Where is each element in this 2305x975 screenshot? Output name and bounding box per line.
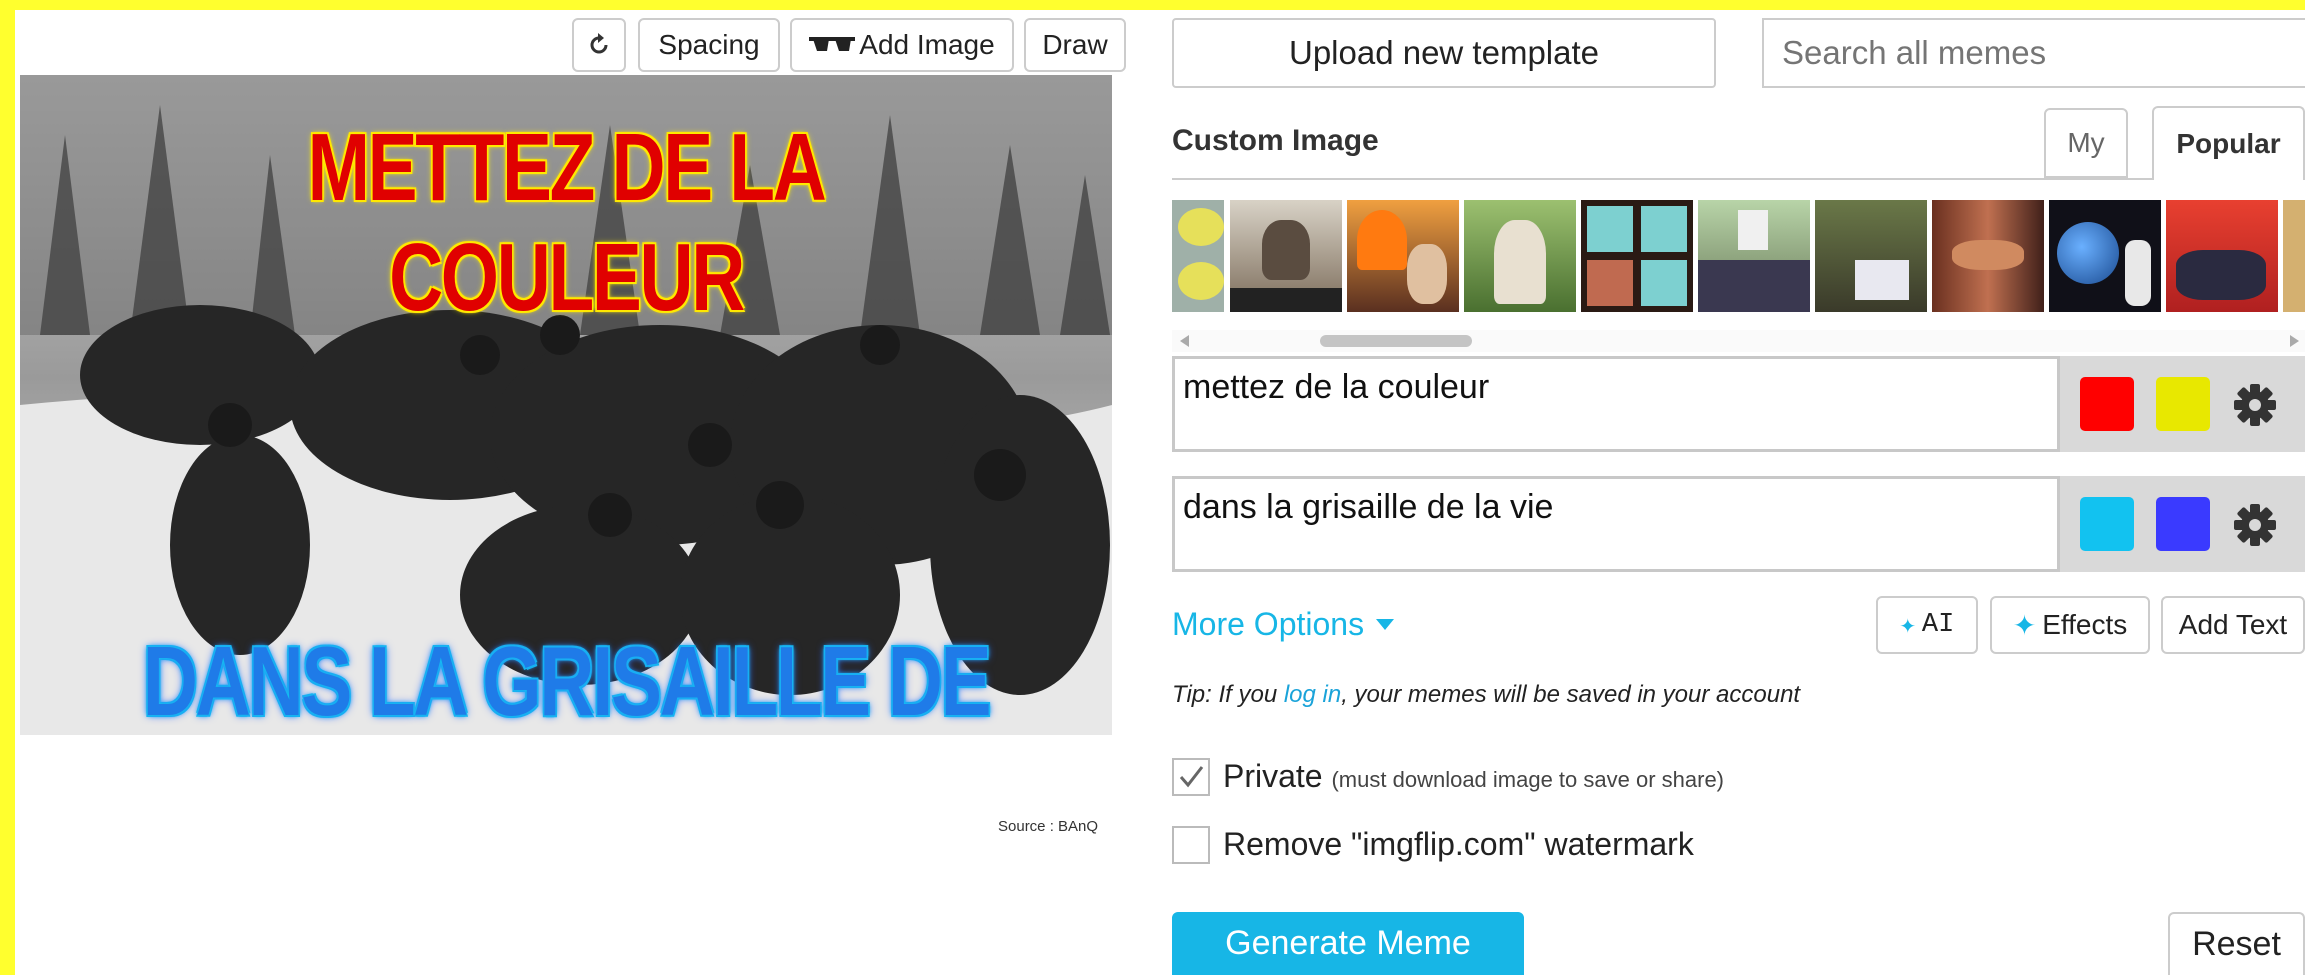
private-label: Private <box>1223 758 1323 794</box>
refresh-icon <box>590 33 608 54</box>
template-thumbnail[interactable] <box>1698 200 1810 312</box>
add-text-label: Add Text <box>2178 609 2288 640</box>
draw-button[interactable]: Draw <box>1024 18 1126 72</box>
scroll-thumb[interactable] <box>1320 335 1472 347</box>
template-thumbnail[interactable] <box>1230 200 1342 312</box>
caption-text-input-1[interactable]: mettez de la couleur <box>1172 356 2060 452</box>
scroll-right-arrow[interactable] <box>2290 335 2299 347</box>
private-checkbox[interactable] <box>1172 758 1210 796</box>
template-thumbnail[interactable] <box>2049 200 2161 312</box>
generate-meme-button[interactable]: Generate Meme <box>1172 912 1524 975</box>
draw-label: Draw <box>1042 29 1108 60</box>
template-thumbnail[interactable] <box>2166 200 2278 312</box>
rotate-button[interactable] <box>572 18 626 72</box>
ai-label: AI <box>1921 610 1955 640</box>
text-color-swatch-2[interactable] <box>2156 497 2210 551</box>
upload-template-label: Upload new template <box>1288 34 1600 71</box>
spacing-label: Spacing <box>658 29 760 60</box>
template-thumbnail[interactable] <box>1464 200 1576 312</box>
top-caption[interactable]: METTEZ DE LA COULEUR <box>140 113 992 333</box>
template-thumbnail[interactable] <box>1581 200 1693 312</box>
meme-canvas[interactable]: METTEZ DE LA COULEUR DANS LA GRISAILLE D… <box>20 75 1112 748</box>
private-option[interactable]: Private (must download image to save or … <box>1223 758 1724 795</box>
add-text-button[interactable]: Add Text <box>2161 596 2305 654</box>
reset-button[interactable]: Reset <box>2168 912 2305 975</box>
login-tip: Tip: If you log in, your memes will be s… <box>1172 681 1800 709</box>
tab-my[interactable]: My <box>2044 108 2128 178</box>
tab-popular[interactable]: Popular <box>2152 106 2305 180</box>
add-image-button[interactable]: Add Image <box>790 18 1014 72</box>
source-credit: Source : BAnQ <box>998 818 1099 835</box>
search-input[interactable] <box>1762 18 2305 88</box>
sunglasses-icon <box>809 37 856 51</box>
template-thumbnail[interactable] <box>1815 200 1927 312</box>
effects-button[interactable]: ✦ Effects <box>1990 596 2150 654</box>
tip-suffix: , your memes will be saved in your accou… <box>1341 681 1801 708</box>
caption-text-input-2[interactable]: dans la grisaille de la vie <box>1172 476 2060 572</box>
bottom-caption[interactable]: DANS LA GRISAILLE DE LA VIE <box>140 625 992 748</box>
template-thumbnail[interactable] <box>1347 200 1459 312</box>
reset-label: Reset <box>2192 925 2281 963</box>
templates-title: Custom Image <box>1172 124 1379 157</box>
spacing-button[interactable]: Spacing <box>638 18 780 72</box>
add-image-label: Add Image <box>859 29 995 60</box>
checkmark-icon <box>1179 766 1204 788</box>
login-link[interactable]: log in <box>1284 681 1341 708</box>
ai-button[interactable]: ✦ AI <box>1876 596 1978 654</box>
more-options-link[interactable]: More Options <box>1172 606 1395 643</box>
remove-watermark-checkbox[interactable] <box>1172 826 1210 864</box>
sparkle-icon: ✦ <box>2012 609 2037 641</box>
effects-label: Effects <box>2042 609 2128 640</box>
scroll-left-arrow[interactable] <box>1180 335 1189 347</box>
private-note: (must download image to save or share) <box>1331 767 1725 792</box>
text-color-swatch-1[interactable] <box>2156 377 2210 431</box>
template-thumbnail[interactable] <box>1932 200 2044 312</box>
upload-template-button[interactable]: Upload new template <box>1172 18 1716 88</box>
thumbnail-scrollbar[interactable] <box>1172 330 2305 352</box>
tab-my-label: My <box>2067 127 2105 158</box>
tabs-divider <box>1172 178 2152 180</box>
gear-icon[interactable] <box>2233 503 2277 547</box>
tab-popular-label: Popular <box>2176 128 2281 159</box>
tip-prefix: Tip: If you <box>1172 681 1284 708</box>
generate-meme-label: Generate Meme <box>1225 924 1471 962</box>
template-thumbnail[interactable] <box>2283 200 2305 312</box>
gear-icon[interactable] <box>2233 383 2277 427</box>
outline-color-swatch-1[interactable] <box>2080 377 2134 431</box>
outline-color-swatch-2[interactable] <box>2080 497 2134 551</box>
caret-down-icon <box>1376 619 1395 630</box>
sparkle-icon: ✦ <box>1899 611 1916 642</box>
remove-watermark-label[interactable]: Remove "imgflip.com" watermark <box>1223 826 1694 863</box>
more-options-label: More Options <box>1172 606 1365 642</box>
template-thumbnail[interactable] <box>1172 200 1224 312</box>
